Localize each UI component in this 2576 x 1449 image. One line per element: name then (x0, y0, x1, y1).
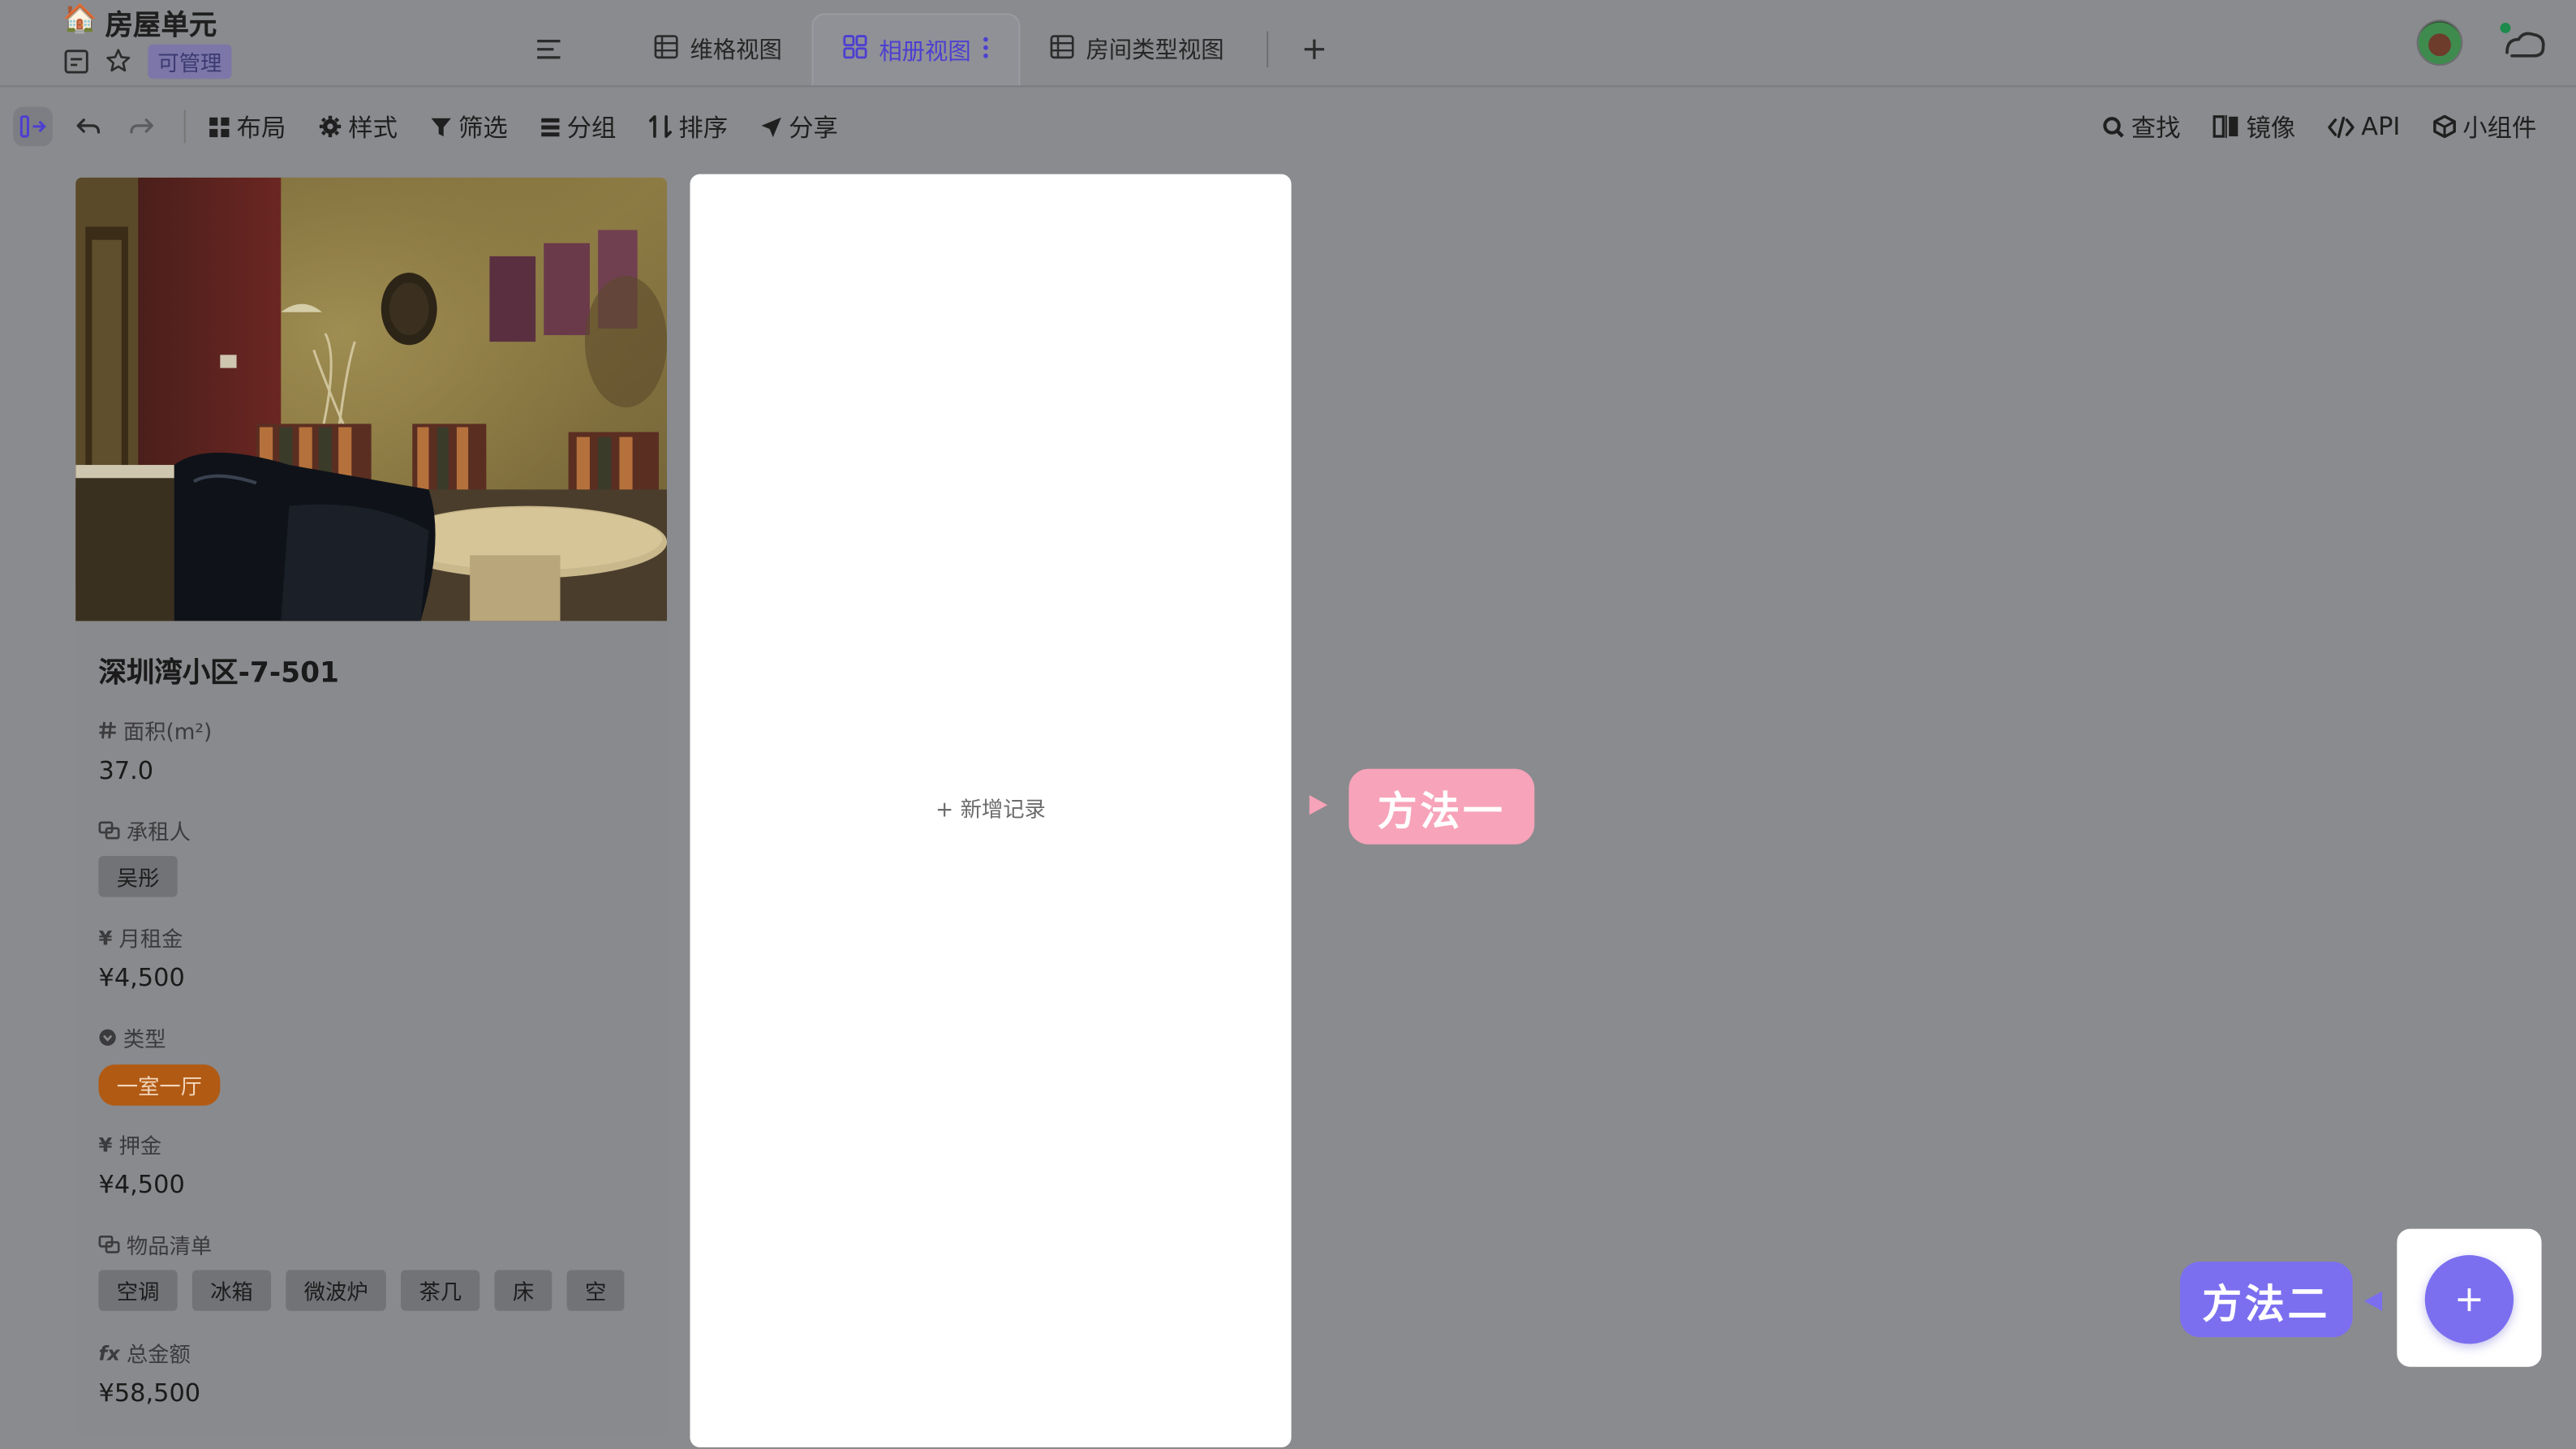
grid-view-icon (1050, 34, 1074, 65)
filter-button[interactable]: 筛选 (431, 110, 508, 144)
items-field-label: 物品清单 (98, 1229, 212, 1260)
item-tag: 茶几 (401, 1270, 480, 1311)
view-list-icon[interactable] (526, 26, 572, 72)
tenant-field-value: 吴彤 (98, 855, 178, 897)
add-record-fab[interactable]: + (2424, 1255, 2514, 1344)
cloud-sync-icon[interactable] (2497, 19, 2550, 66)
search-label: 查找 (2131, 112, 2181, 143)
new-record-card[interactable]: + 新增记录 (690, 174, 1292, 1447)
items-tag-row: 空调 冰箱 微波炉 茶几 床 空 (98, 1270, 647, 1311)
tab-grid-view[interactable]: 维格视图 (624, 13, 811, 85)
item-tag: 空调 (98, 1270, 178, 1311)
widget-button[interactable]: 小组件 (2433, 110, 2537, 144)
view-tabs: 维格视图 相册视图 房间类型视图 (526, 13, 1338, 86)
layout-icon (209, 116, 230, 137)
total-field-label: fx 总金额 (98, 1341, 191, 1369)
search-icon (2103, 116, 2125, 137)
house-icon: 🏠 (62, 3, 97, 37)
item-tag: 微波炉 (286, 1270, 386, 1311)
user-avatar[interactable] (2418, 21, 2462, 64)
style-label: 样式 (348, 112, 398, 143)
title-meta-row: 可管理 (62, 43, 232, 79)
style-button[interactable]: 样式 (319, 110, 398, 144)
number-icon (99, 721, 116, 739)
toolbar-divider (183, 110, 186, 144)
group-label: 分组 (566, 112, 617, 143)
api-label: API (2361, 111, 2401, 142)
app-root: 🏠 房屋单元 可管理 维格视图 相册视图 房间类型视图 布局 样式 筛选 分组 … (0, 0, 2576, 1449)
permission-badge: 可管理 (148, 43, 232, 79)
type-field-label: 类型 (98, 1021, 166, 1053)
tab-room-type-view[interactable]: 房间类型视图 (1020, 13, 1254, 85)
fab-highlight: + (2397, 1228, 2542, 1367)
filter-icon (431, 117, 451, 136)
single-select-icon (99, 1029, 116, 1046)
sidebar-toggle-icon[interactable] (13, 106, 53, 147)
callout-arrow-left (2363, 1291, 2383, 1311)
add-record-button[interactable]: + 新增记录 (690, 792, 1291, 823)
tab-label: 房间类型视图 (1086, 37, 1224, 64)
rent-field-value: ¥4,500 (98, 962, 185, 993)
mirror-label: 镜像 (2246, 112, 2296, 143)
tab-label: 相册视图 (879, 38, 971, 65)
api-button[interactable]: API (2328, 111, 2401, 142)
tenant-field-label: 承租人 (98, 815, 191, 846)
description-icon[interactable] (62, 48, 88, 74)
share-label: 分享 (789, 112, 838, 143)
tab-label: 维格视图 (690, 37, 782, 64)
link-icon (98, 1235, 120, 1253)
toolbar-left: 布局 样式 筛选 分组 排序 分享 (13, 102, 871, 152)
undo-icon[interactable] (69, 107, 109, 147)
area-field-label: 面积(m²) (98, 715, 212, 746)
rent-field-label: ¥ 月租金 (98, 926, 183, 953)
formula-icon: fx (98, 1341, 120, 1365)
layout-button[interactable]: 布局 (209, 110, 286, 144)
total-field-value: ¥58,500 (98, 1378, 201, 1408)
search-button[interactable]: 查找 (2103, 110, 2181, 144)
record-card[interactable]: 深圳湾小区-7-501 面积(m²) 37.0 承租人 吴彤 ¥ 月租金 ¥4,… (75, 177, 668, 1436)
tab-gallery-view[interactable]: 相册视图 (811, 13, 1021, 86)
type-tag: 一室一厅 (98, 1064, 221, 1106)
deposit-field-label: ¥ 押金 (98, 1133, 162, 1160)
layout-label: 布局 (236, 112, 286, 143)
room-photo (75, 177, 668, 621)
method-two-callout: 方法二 (2180, 1262, 2353, 1338)
method-one-callout: 方法一 (1348, 768, 1535, 845)
header-divider (0, 85, 2576, 88)
share-icon (761, 116, 781, 137)
tenant-tag: 吴彤 (98, 855, 178, 897)
group-icon (541, 117, 560, 136)
filter-label: 筛选 (458, 112, 508, 143)
currency-icon: ¥ (98, 926, 113, 949)
sort-label: 排序 (678, 112, 729, 143)
callout-arrow-right (1309, 795, 1328, 815)
mirror-button[interactable]: 镜像 (2213, 110, 2295, 144)
sort-button[interactable]: 排序 (649, 110, 728, 144)
widget-label: 小组件 (2462, 112, 2537, 143)
gear-icon (319, 115, 342, 138)
record-title: 深圳湾小区-7-501 (98, 656, 340, 690)
widget-icon (2433, 114, 2456, 139)
gallery-view-icon (843, 35, 867, 66)
deposit-field-value: ¥4,500 (98, 1169, 185, 1200)
redo-icon[interactable] (122, 107, 161, 147)
group-button[interactable]: 分组 (540, 110, 616, 144)
code-icon (2328, 115, 2355, 138)
grid-view-icon (654, 34, 678, 65)
share-button[interactable]: 分享 (761, 110, 838, 144)
currency-icon: ¥ (98, 1133, 113, 1156)
item-tag: 冰箱 (191, 1270, 272, 1311)
sort-icon (649, 114, 673, 138)
item-tag: 空 (566, 1270, 625, 1311)
item-tag: 床 (494, 1270, 553, 1311)
mirror-icon (2213, 114, 2238, 139)
star-icon[interactable] (105, 48, 131, 74)
page-title: 房屋单元 (105, 10, 217, 43)
tab-divider (1266, 31, 1269, 68)
link-icon (98, 821, 120, 840)
add-view-icon[interactable] (1292, 26, 1338, 72)
area-field-value: 37.0 (98, 755, 154, 785)
toolbar-right: 查找 镜像 API 小组件 (2103, 102, 2536, 152)
more-options-icon[interactable] (983, 36, 989, 65)
